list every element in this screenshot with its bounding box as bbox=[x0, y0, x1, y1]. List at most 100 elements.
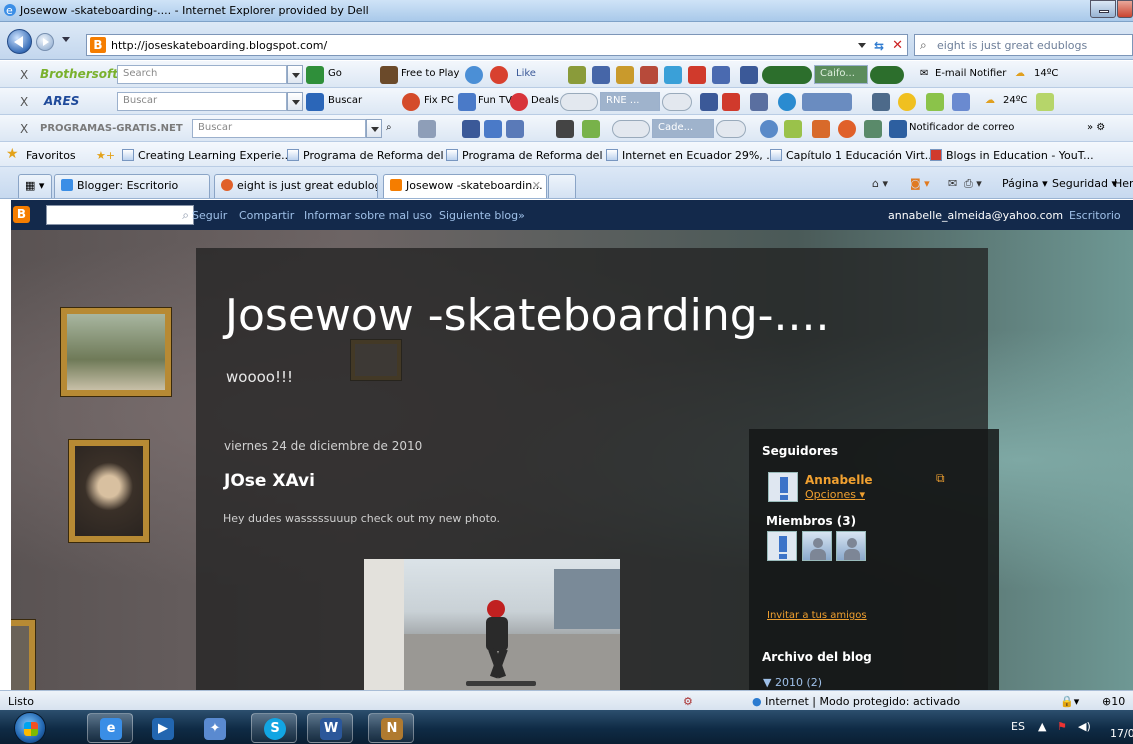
app-icon-5[interactable] bbox=[664, 66, 682, 84]
share-link[interactable]: Compartir bbox=[239, 209, 294, 222]
favorite-link[interactable]: Programa de Reforma del ... bbox=[287, 149, 458, 162]
facebook-icon[interactable] bbox=[700, 93, 718, 111]
quick-tabs-button[interactable]: ▦ ▾ bbox=[18, 174, 52, 198]
buscar-icon[interactable] bbox=[306, 93, 324, 111]
app-icon-8[interactable] bbox=[778, 93, 796, 111]
temperature-reading[interactable]: 24ºC bbox=[1003, 95, 1027, 106]
app-icon-19[interactable] bbox=[812, 120, 830, 138]
free-to-play-button[interactable]: Free to Play bbox=[401, 68, 459, 79]
dashboard-link[interactable]: Escritorio bbox=[1069, 209, 1121, 222]
app-icon-1[interactable] bbox=[568, 66, 586, 84]
action-center-icon[interactable]: ⚑ bbox=[1057, 720, 1067, 733]
go-button[interactable]: Go bbox=[328, 68, 342, 79]
ares-search-input[interactable]: Buscar bbox=[117, 92, 287, 111]
taskbar-media[interactable]: ▶ bbox=[139, 713, 185, 743]
feeds-icon[interactable]: ◙ ▾ bbox=[910, 177, 930, 190]
email-icon[interactable]: ✉ bbox=[920, 68, 928, 79]
help-icon[interactable] bbox=[952, 93, 970, 111]
youtube-icon[interactable] bbox=[688, 66, 706, 84]
post-title[interactable]: JOse XAvi bbox=[224, 471, 315, 491]
taskbar-games[interactable]: ✦ bbox=[191, 713, 237, 743]
popout-icon[interactable]: ⧉ bbox=[936, 471, 945, 486]
search-icon[interactable]: ⌕ bbox=[182, 208, 189, 223]
smiley-icon[interactable] bbox=[898, 93, 916, 111]
programas-search-input[interactable]: Buscar bbox=[192, 119, 366, 138]
facebook-icon[interactable] bbox=[462, 120, 480, 138]
member-avatar[interactable] bbox=[767, 531, 797, 561]
show-hidden-icons[interactable]: ▲ bbox=[1038, 720, 1046, 733]
favorite-link[interactable]: Blogs in Education - YouT... bbox=[930, 149, 1094, 162]
volume-control[interactable] bbox=[662, 93, 692, 111]
zoom-control[interactable]: ⊕10 bbox=[1102, 695, 1125, 708]
volume-control[interactable] bbox=[716, 120, 746, 138]
app-icon-6[interactable] bbox=[712, 66, 730, 84]
page-menu[interactable]: Página ▾ bbox=[1002, 177, 1048, 190]
toolbar-overflow-icon[interactable]: » ⚙ bbox=[1087, 122, 1105, 133]
blog-title[interactable]: Josewow -skateboarding-.... bbox=[225, 290, 829, 341]
favorite-link[interactable]: Creating Learning Experie... bbox=[122, 149, 292, 162]
radio-player-controls[interactable] bbox=[612, 120, 650, 138]
address-bar[interactable]: B http://joseskateboarding.blogspot.com/… bbox=[86, 34, 908, 56]
refresh-icon[interactable]: ⇆ bbox=[874, 39, 884, 53]
app-icon-12[interactable] bbox=[418, 120, 436, 138]
minimize-button[interactable] bbox=[1090, 0, 1116, 18]
app-icon-20[interactable] bbox=[838, 120, 856, 138]
app-icon-14[interactable] bbox=[506, 120, 524, 138]
popup-blocker-icon[interactable]: ⚙ bbox=[683, 695, 693, 708]
app-icon-10[interactable] bbox=[926, 93, 944, 111]
close-toolbar-button[interactable]: X bbox=[20, 122, 28, 136]
url-text[interactable]: http://joseskateboarding.blogspot.com/ bbox=[111, 39, 327, 52]
mail-icon[interactable] bbox=[889, 120, 907, 138]
tab-josewow[interactable]: Josewow -skateboardin... ✕ bbox=[383, 174, 547, 198]
start-button[interactable] bbox=[14, 712, 46, 744]
recent-pages-dropdown[interactable] bbox=[62, 37, 70, 42]
temperature-reading[interactable]: 14ºC bbox=[1034, 68, 1058, 79]
free-to-play-icon[interactable] bbox=[380, 66, 398, 84]
app-icon-17[interactable] bbox=[760, 120, 778, 138]
archive-year-link[interactable]: ▼ 2010 (2) bbox=[763, 676, 822, 689]
internet-zone[interactable]: ● Internet | Modo protegido: activado bbox=[752, 695, 960, 708]
member-avatar[interactable] bbox=[836, 531, 866, 561]
buscar-button[interactable]: Buscar bbox=[328, 95, 362, 106]
tab-blogger-escritorio[interactable]: Blogger: Escritorio bbox=[54, 174, 210, 198]
clock-date[interactable]: 17/0 bbox=[1110, 727, 1133, 740]
go-search-icon[interactable] bbox=[306, 66, 324, 84]
taskbar-word[interactable]: W bbox=[307, 713, 353, 743]
youtube-icon[interactable] bbox=[722, 93, 740, 111]
app-icon-9[interactable] bbox=[872, 93, 890, 111]
app-icon-group[interactable] bbox=[802, 93, 852, 111]
language-indicator[interactable]: ES bbox=[1011, 720, 1025, 733]
next-blog-link[interactable]: Siguiente blog» bbox=[439, 209, 525, 222]
app-icon-11[interactable] bbox=[1036, 93, 1054, 111]
report-abuse-link[interactable]: Informar sobre mal uso bbox=[304, 209, 432, 222]
radio-player-controls[interactable] bbox=[560, 93, 598, 111]
close-tab-icon[interactable]: ✕ bbox=[532, 179, 541, 192]
follow-link[interactable]: Seguir bbox=[192, 209, 227, 222]
blog-search-input[interactable]: ⌕ bbox=[46, 205, 194, 225]
volume-icon[interactable]: ◀) bbox=[1078, 720, 1091, 733]
brothersoft-search-input[interactable]: Search bbox=[117, 65, 287, 84]
print-icon[interactable]: ⎙ ▾ bbox=[964, 177, 982, 191]
deals-button[interactable]: Deals bbox=[531, 95, 559, 106]
email-notifier-button[interactable]: E-mail Notifier bbox=[935, 68, 1006, 79]
favorite-link[interactable]: Capítulo 1 Educación Virt... bbox=[770, 149, 935, 162]
home-icon[interactable]: ⌂ ▾ bbox=[872, 177, 888, 190]
tools-menu[interactable]: Herramientas bbox=[1114, 177, 1133, 190]
programas-search-dropdown[interactable] bbox=[366, 119, 382, 138]
favorite-link[interactable]: Programa de Reforma del ... bbox=[446, 149, 617, 162]
search-box[interactable]: ⌕ eight is just great edublogs bbox=[914, 34, 1133, 56]
close-window-button[interactable] bbox=[1117, 0, 1133, 18]
taskbar-ie[interactable]: e bbox=[87, 713, 133, 743]
game-icon[interactable] bbox=[490, 66, 508, 84]
security-icon[interactable]: 🔒▾ bbox=[1060, 695, 1079, 708]
fun-tv-button[interactable]: Fun TV bbox=[478, 95, 512, 106]
add-favorite-icon[interactable]: ★+ bbox=[96, 149, 115, 162]
brothersoft-search-dropdown[interactable] bbox=[287, 65, 303, 84]
back-button[interactable] bbox=[7, 29, 32, 54]
taskbar-skype[interactable]: S bbox=[251, 713, 297, 743]
volume-control[interactable] bbox=[870, 66, 904, 84]
new-tab-button[interactable] bbox=[548, 174, 576, 198]
blogger-logo-icon[interactable]: B bbox=[13, 206, 30, 223]
app-icon-7[interactable] bbox=[750, 93, 768, 111]
close-toolbar-button[interactable]: X bbox=[20, 95, 28, 109]
